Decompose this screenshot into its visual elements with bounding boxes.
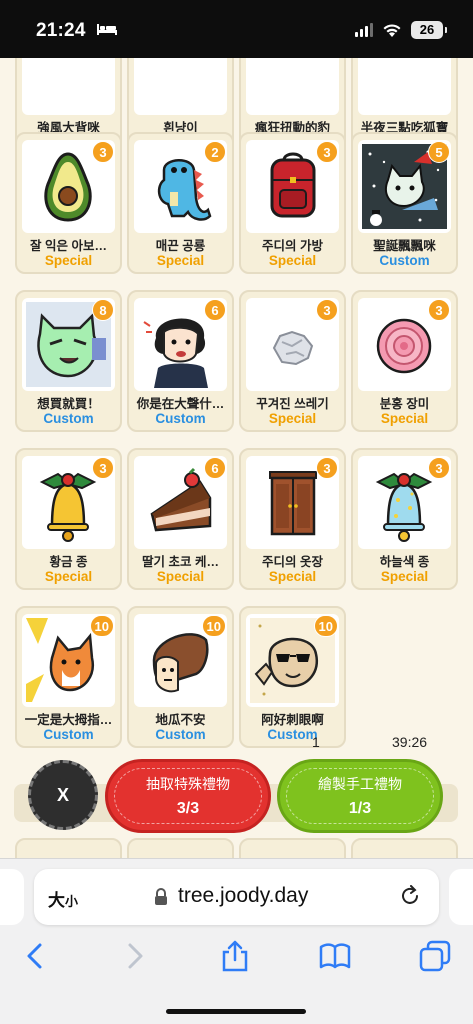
gift-card-crumpled-paper[interactable]: 3 꾸겨진 쓰레기 Special <box>239 290 346 432</box>
gift-name: 분홍 장미 <box>379 397 430 411</box>
draw-special-gift-label: 抽取特殊禮物 <box>146 776 230 792</box>
gift-card-avocado[interactable]: 3 잘 익은 아보… Special <box>15 132 122 274</box>
gift-name: 잘 익은 아보… <box>30 239 107 253</box>
gift-card-sweet-potato[interactable]: 10 地瓜不安 Custom <box>127 606 234 748</box>
close-button[interactable]: X <box>28 760 98 830</box>
status-bar: 21:24 26 <box>0 0 473 58</box>
count-badge: 10 <box>89 615 114 637</box>
gift-type: Special <box>44 253 93 268</box>
gift-name: 聖誕飄飄咪 <box>373 239 436 253</box>
count-badge: 6 <box>204 457 226 479</box>
count-badge: 10 <box>201 615 226 637</box>
count-badge: 3 <box>92 141 114 163</box>
tabs-icon[interactable] <box>418 939 452 973</box>
gift-card-person[interactable]: 6 你是在大聲什… Custom <box>127 290 234 432</box>
gift-card-sky-bell[interactable]: 3 하늘색 종 Special <box>351 448 458 590</box>
browser-nav <box>0 939 473 989</box>
count-badge: 3 <box>316 299 338 321</box>
timer-text: 39:26 <box>392 734 428 750</box>
gift-type: Special <box>380 411 429 426</box>
gift-card[interactable] <box>351 838 458 858</box>
gift-type: Custom <box>43 727 94 742</box>
cellular-signal-icon <box>355 23 373 37</box>
share-icon[interactable] <box>218 939 252 973</box>
gift-name: 地瓜不安 <box>155 713 206 727</box>
battery-indicator: 26 <box>411 21 447 39</box>
counter-text: 1 <box>312 734 320 750</box>
count-badge: 5 <box>428 141 450 163</box>
forward-icon[interactable] <box>118 939 152 973</box>
bookmarks-icon[interactable] <box>318 939 352 973</box>
reload-icon[interactable] <box>399 885 421 907</box>
bed-icon <box>97 24 117 35</box>
lock-icon <box>155 888 167 905</box>
gift-name: 황금 종 <box>49 555 88 569</box>
count-badge: 2 <box>204 141 226 163</box>
back-icon[interactable] <box>18 939 52 973</box>
gift-type: Custom <box>267 727 318 742</box>
gift-name: 하늘색 종 <box>379 555 430 569</box>
gift-card[interactable] <box>239 838 346 858</box>
gift-type: Special <box>268 253 317 268</box>
text-size-button[interactable]: 大小 <box>48 886 78 911</box>
gift-card-wardrobe[interactable]: 3 주디의 옷장 Special <box>239 448 346 590</box>
gift-type: Special <box>156 569 205 584</box>
gift-type: Special <box>268 569 317 584</box>
gift-name: 꾸겨진 쓰레기 <box>256 397 329 411</box>
gift-card-cake[interactable]: 6 딸기 초코 케… Special <box>127 448 234 590</box>
gift-name: 주디의 가방 <box>262 239 323 253</box>
draw-handmade-gift-button[interactable]: 繪製手工禮物 1/3 <box>277 759 443 833</box>
gift-card-dinosaur[interactable]: 2 매끈 공룡 Special <box>127 132 234 274</box>
gift-name: 想買就買！ <box>37 397 100 411</box>
gift-card-backpack[interactable]: 3 주디의 가방 Special <box>239 132 346 274</box>
home-indicator <box>166 1009 306 1014</box>
draw-handmade-gift-label: 繪製手工禮物 <box>318 776 402 792</box>
gift-name: 매끈 공룡 <box>155 239 206 253</box>
count-badge: 3 <box>92 457 114 479</box>
gift-name: 你是在大聲什… <box>136 397 225 411</box>
wifi-icon <box>383 23 401 37</box>
count-badge: 3 <box>316 141 338 163</box>
count-badge: 6 <box>204 299 226 321</box>
gift-card[interactable] <box>15 838 122 858</box>
gift-type: Custom <box>379 253 430 268</box>
draw-special-gift-count: 3/3 <box>176 800 200 817</box>
gift-card-green-cat[interactable]: 8 想買就買！ Custom <box>15 290 122 432</box>
draw-special-gift-button[interactable]: 抽取特殊禮物 3/3 <box>105 759 271 833</box>
gift-type: Custom <box>155 411 206 426</box>
gift-name: 주디의 옷장 <box>262 555 323 569</box>
gift-type: Custom <box>43 411 94 426</box>
gift-name: 一定是大拇指… <box>24 713 113 727</box>
count-badge: 3 <box>428 457 450 479</box>
gift-card-christmas-cat[interactable]: 5 聖誕飄飄咪 Custom <box>351 132 458 274</box>
gift-card-sunglasses-dog[interactable]: 10 阿好刺眼啊 Custom <box>239 606 346 748</box>
gift-name: 阿好刺眼啊 <box>261 713 324 727</box>
browser-toolbar: 大小 tree.joody.day <box>0 858 473 1024</box>
gift-type: Special <box>268 411 317 426</box>
previous-tab-preview[interactable] <box>0 869 24 925</box>
gift-card[interactable] <box>127 838 234 858</box>
url-text: tree.joody.day <box>178 884 309 907</box>
gift-type: Special <box>380 569 429 584</box>
gift-type: Special <box>156 253 205 268</box>
count-badge: 8 <box>92 299 114 321</box>
draw-handmade-gift-count: 1/3 <box>348 800 372 817</box>
count-badge: 10 <box>313 615 338 637</box>
gift-card-fox[interactable]: 10 一定是大拇指… Custom <box>15 606 122 748</box>
gift-card-rose[interactable]: 3 분홍 장미 Special <box>351 290 458 432</box>
address-bar[interactable]: 大小 tree.joody.day <box>34 869 439 925</box>
count-badge: 3 <box>316 457 338 479</box>
status-time: 21:24 <box>36 20 86 41</box>
next-tab-preview[interactable] <box>449 869 473 925</box>
gift-name: 딸기 초코 케… <box>142 555 219 569</box>
gift-type: Special <box>44 569 93 584</box>
gift-type: Custom <box>155 727 206 742</box>
gift-card-golden-bell[interactable]: 3 황금 종 Special <box>15 448 122 590</box>
count-badge: 3 <box>428 299 450 321</box>
